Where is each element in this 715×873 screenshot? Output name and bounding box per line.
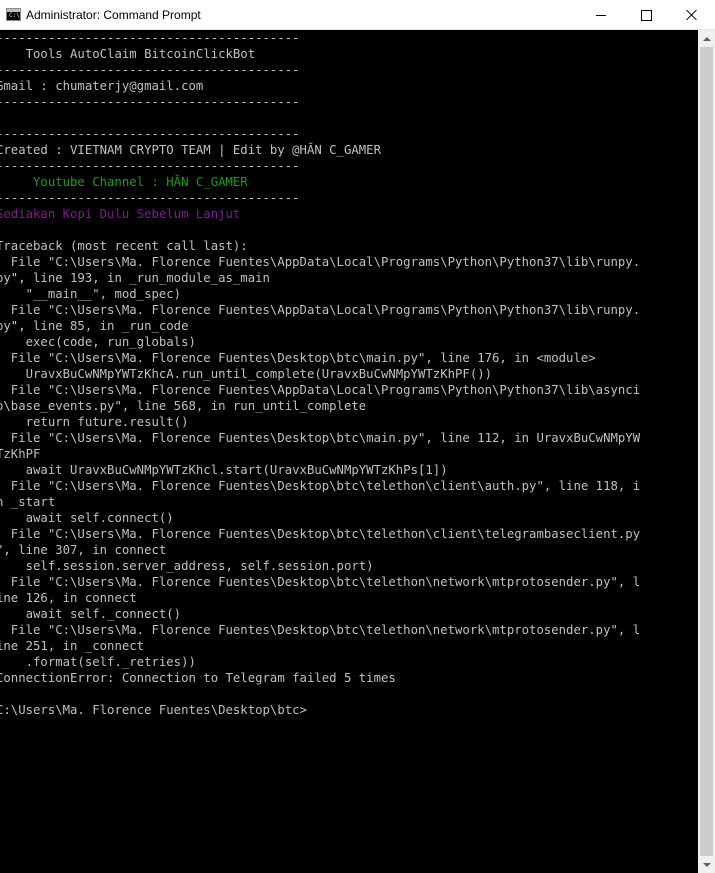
console-line: o\base_events.py", line 568, in run_unti…	[0, 399, 367, 413]
console-line: exec(code, run_globals)	[0, 335, 196, 349]
console-line: ConnectionError: Connection to Telegram …	[0, 671, 396, 685]
console-line: ----------------------------------------…	[0, 31, 300, 45]
console-line: File "C:\Users\Ma. Florence Fuentes\Desk…	[0, 431, 641, 445]
console-line: Created : VIETNAM CRYPTO TEAM | Edit by …	[0, 143, 381, 157]
console-line: ----------------------------------------…	[0, 191, 300, 205]
console-line: File "C:\Users\Ma. Florence Fuentes\Desk…	[0, 351, 596, 365]
console-line: Gmail : chumaterjy@gmail.com	[0, 79, 204, 93]
console-line: self.session.server_address, self.sessio…	[0, 559, 374, 573]
console-line: "__main__", mod_spec)	[0, 287, 182, 301]
scroll-down-button[interactable]	[698, 856, 715, 873]
console-line: File "C:\Users\Ma. Florence Fuentes\Desk…	[0, 527, 641, 541]
vertical-scrollbar[interactable]	[698, 30, 715, 873]
console-line: File "C:\Users\Ma. Florence Fuentes\AppD…	[0, 303, 641, 317]
minimize-icon	[596, 14, 606, 16]
console-line: ----------------------------------------…	[0, 63, 300, 77]
minimize-button[interactable]	[578, 0, 624, 30]
close-button[interactable]	[669, 0, 715, 30]
console-line: ----------------------------------------…	[0, 159, 300, 173]
console-line: File "C:\Users\Ma. Florence Fuentes\Desk…	[0, 575, 641, 589]
console-line: Tools AutoClaim BitcoinClickBot	[0, 47, 256, 61]
console-line: ", line 307, in connect	[0, 543, 167, 557]
console-line: py", line 193, in _run_module_as_main	[0, 271, 270, 285]
console-line: await self.connect()	[0, 511, 174, 525]
console-lines: ----------------------------------------…	[0, 30, 640, 718]
title-bar[interactable]: C:\ Administrator: Command Prompt	[0, 0, 715, 30]
console-line: ----------------------------------------…	[0, 95, 300, 109]
console-line: .format(self._retries))	[0, 655, 196, 669]
console-line: return future.result()	[0, 415, 189, 429]
console-line: py", line 85, in _run_code	[0, 319, 189, 333]
console-line: n _start	[0, 495, 56, 509]
console-line: await self._connect()	[0, 607, 182, 621]
console-line: Sediakan Kopi Dulu Sebelum Lanjut	[0, 207, 241, 221]
maximize-icon	[640, 9, 652, 21]
console-line: File "C:\Users\Ma. Florence Fuentes\AppD…	[0, 383, 641, 397]
cmd-icon-prompt: C:\	[9, 12, 20, 19]
scrollbar-thumb[interactable]	[700, 47, 713, 856]
console-line: Traceback (most recent call last):	[0, 239, 248, 253]
maximize-button[interactable]	[623, 0, 669, 30]
console-line: ine 251, in _connect	[0, 639, 145, 653]
console-line: File "C:\Users\Ma. Florence Fuentes\Desk…	[0, 623, 641, 637]
console-line: File "C:\Users\Ma. Florence Fuentes\AppD…	[0, 255, 641, 269]
console-line: ----------------------------------------…	[0, 127, 300, 141]
console-line: ine 126, in connect	[0, 591, 137, 605]
console-line: File "C:\Users\Ma. Florence Fuentes\Desk…	[0, 479, 641, 493]
console-line: await UravxBuCwNMpYWTzKhcl.start(UravxBu…	[0, 463, 448, 477]
console-line: UravxBuCwNMpYWTzKhcA.run_until_complete(…	[0, 367, 493, 381]
console-line: Youtube Channel : HĂN C_GAMER	[0, 175, 248, 189]
chevron-down-icon	[702, 862, 711, 867]
console-line: C:\Users\Ma. Florence Fuentes\Desktop\bt…	[0, 703, 307, 717]
scroll-up-button[interactable]	[698, 30, 715, 47]
console-output[interactable]: ----------------------------------------…	[0, 30, 698, 873]
cmd-icon[interactable]: C:\	[6, 8, 21, 21]
console-line: TzKhPF	[0, 447, 41, 461]
command-prompt-window: C:\ Administrator: Command Prompt ------…	[0, 0, 715, 873]
window-title: Administrator: Command Prompt	[26, 8, 201, 22]
chevron-up-icon	[702, 36, 711, 41]
close-icon	[686, 9, 698, 21]
